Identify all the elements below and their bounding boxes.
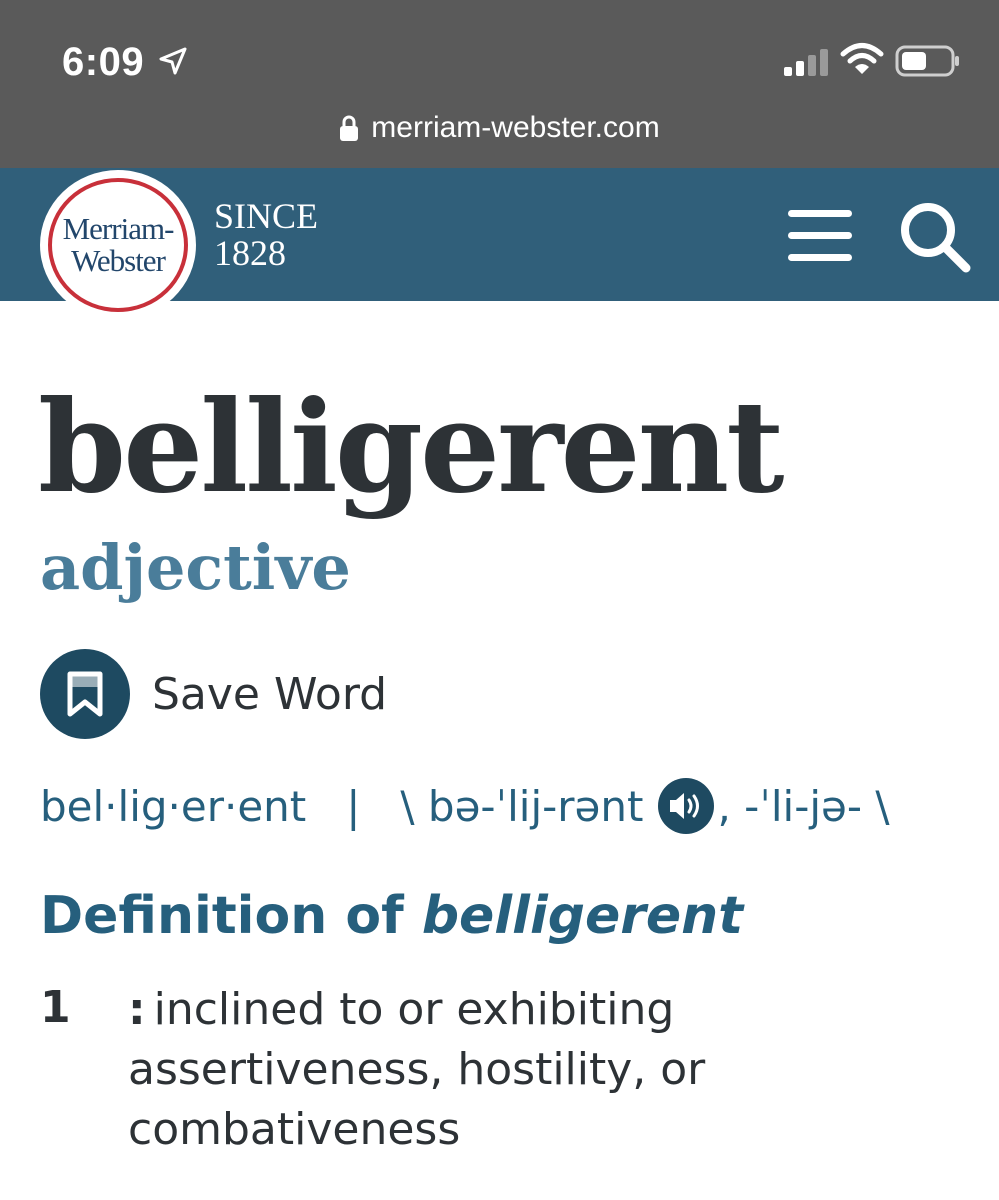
sense-colon: : [128, 984, 146, 1035]
battery-icon [895, 45, 959, 77]
since-tagline: SINCE 1828 [214, 198, 318, 272]
status-bar: 6:09 merriam-webster.com [0, 0, 999, 168]
merriam-webster-logo[interactable]: Merriam- Webster [40, 170, 196, 320]
bookmark-icon [67, 671, 103, 717]
cellular-signal-icon [784, 49, 828, 76]
wifi-icon [840, 43, 884, 74]
save-word-label[interactable]: Save Word [152, 669, 387, 720]
pronunciation-row: bel·lig·er·ent | \ bə-ˈlij-rənt , -ˈli-j… [40, 774, 890, 838]
sense-number: 1 [40, 982, 71, 1033]
save-word-circle[interactable] [40, 649, 130, 739]
pronunciation-variant: , -ˈli-jə- \ [717, 781, 890, 831]
definition-heading: Definition of belligerent [40, 880, 743, 952]
url-text[interactable]: merriam-webster.com [371, 111, 659, 145]
definition-heading-word: belligerent [421, 886, 744, 946]
pronunciation-separator: | [346, 781, 361, 831]
lock-icon [340, 115, 359, 141]
sense-text: inclined to or exhibiting assertiveness,… [128, 984, 706, 1155]
sense-definition: : inclined to or exhibiting assertiveness… [128, 980, 768, 1160]
save-word-button[interactable]: Save Word [40, 648, 387, 740]
definition-heading-prefix: Definition of [40, 886, 422, 946]
search-icon[interactable] [896, 198, 972, 274]
since-label: SINCE [214, 196, 319, 236]
speaker-icon[interactable] [657, 777, 715, 835]
logo-line1: Merriam- [62, 211, 175, 246]
headword: belligerent [38, 373, 784, 521]
address-bar[interactable]: merriam-webster.com [0, 106, 999, 150]
hamburger-menu-icon[interactable] [786, 206, 854, 266]
pronunciation-main: \ bə-ˈlij-rənt [400, 781, 644, 831]
logo-line2: Webster [71, 243, 166, 278]
since-year: 1828 [214, 233, 286, 273]
logo-seal: Merriam- Webster [48, 178, 188, 312]
syllabification: bel·lig·er·ent [40, 781, 307, 831]
part-of-speech[interactable]: adjective [40, 528, 351, 608]
status-time: 6:09 [62, 40, 145, 84]
location-arrow-icon [159, 47, 187, 75]
